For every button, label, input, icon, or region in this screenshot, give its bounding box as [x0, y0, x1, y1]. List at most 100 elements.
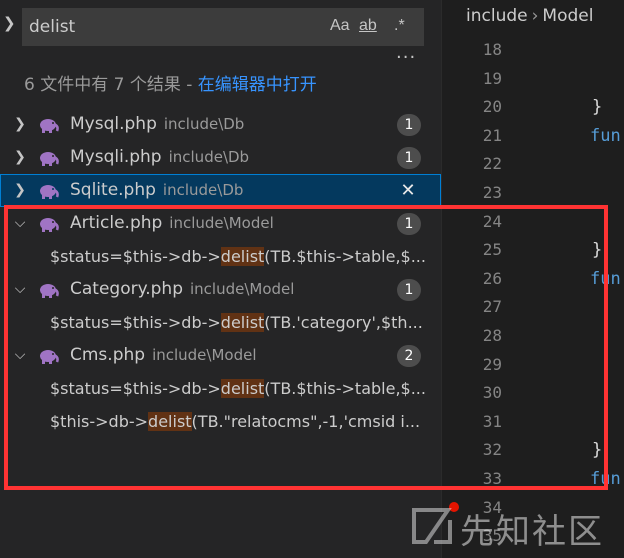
file-name: Article.php include\Model — [70, 207, 274, 240]
code-line[interactable] — [504, 36, 624, 65]
results-summary: 6 文件中有 7 个结果 - 在编辑器中打开 — [24, 70, 317, 95]
match-line[interactable]: $this->db->delist(TB."relatocms",-1,'cms… — [0, 405, 441, 438]
match-count-badge: 1 — [397, 213, 421, 235]
watermark-logo-icon — [412, 508, 452, 544]
keyword-fragment: fun — [590, 468, 621, 489]
code-line[interactable] — [504, 351, 624, 380]
code-line[interactable] — [504, 208, 624, 237]
code-line[interactable] — [504, 179, 624, 208]
search-box: Aa ab .* — [22, 8, 424, 46]
open-in-editor-link[interactable]: 在编辑器中打开 — [198, 75, 317, 95]
match-line[interactable]: $status=$this->db->delist(TB.$this->tabl… — [0, 372, 441, 405]
result-file-row[interactable]: ⌵ Cms.php include\Model 2 — [0, 339, 441, 372]
code-line[interactable]: fun — [504, 465, 624, 494]
toggle-replace-chevron-icon[interactable]: ❯ — [3, 14, 16, 32]
code-line[interactable]: fun — [504, 122, 624, 151]
file-name: Mysql.php include\Db — [70, 108, 244, 141]
match-whole-word-toggle[interactable]: ab — [359, 17, 377, 37]
file-name-text: Cms.php — [70, 345, 146, 365]
breadcrumb-item[interactable]: include — [466, 6, 528, 26]
match-line[interactable]: $status=$this->db->delist(TB.'category',… — [0, 306, 441, 339]
file-path: include\Model — [169, 214, 274, 232]
match-after: (TB."relatocms",-1,'cmsid i... — [191, 412, 421, 431]
line-number: 32 — [482, 440, 502, 460]
code-line[interactable] — [504, 322, 624, 351]
line-number-gutter: 18 19 20 21 22 23 24 25 26 27 28 29 30 31 32 33 34 35 — [442, 36, 504, 551]
match-highlight: delist — [220, 313, 265, 332]
file-name-text: Mysqli.php — [70, 147, 162, 167]
file-name: Cms.php include\Model — [70, 339, 257, 372]
match-before: $this->db-> — [50, 412, 149, 431]
line-number: 27 — [482, 297, 502, 317]
file-path: include\Db — [162, 181, 244, 199]
code-line[interactable] — [504, 408, 624, 437]
file-name-text: Category.php — [70, 279, 183, 299]
result-file-row[interactable]: ❯ Mysqli.php include\Db 1 — [0, 141, 441, 174]
code-line[interactable]: } — [504, 93, 624, 122]
php-elephant-icon — [40, 119, 59, 133]
match-preview: $this->db->delist(TB."relatocms",-1,'cms… — [50, 405, 441, 438]
line-number: 26 — [482, 268, 502, 288]
match-preview: $status=$this->db->delist(TB.$this->tabl… — [50, 240, 441, 273]
php-elephant-icon — [40, 218, 59, 232]
match-before: $status=$this->db-> — [50, 313, 221, 332]
code-line[interactable]: } — [504, 236, 624, 265]
line-number: 23 — [482, 182, 502, 202]
chevron-down-icon[interactable]: ⌵ — [12, 207, 28, 240]
match-after: (TB.$this->table,$... — [264, 379, 426, 398]
result-file-row[interactable]: ⌵ Article.php include\Model 1 — [0, 207, 441, 240]
code-lines[interactable]: } fun} fun} fun — [504, 36, 624, 551]
dismiss-result-icon[interactable]: ✕ — [397, 174, 419, 207]
line-number: 31 — [482, 411, 502, 431]
file-path: include\Db — [168, 148, 250, 166]
file-name-text: Article.php — [70, 213, 163, 233]
code-editor[interactable]: include › Model 18 19 20 21 22 23 24 25 26 27 28 29 30… — [441, 0, 624, 558]
match-before: $status=$this->db-> — [50, 247, 221, 266]
line-number: 22 — [482, 154, 502, 174]
code-line[interactable] — [504, 150, 624, 179]
match-count-badge: 1 — [397, 114, 421, 136]
closing-brace: } — [592, 97, 603, 118]
result-file-row[interactable]: ⌵ Category.php include\Model 1 — [0, 273, 441, 306]
chevron-right-icon: › — [531, 6, 539, 26]
file-name-text: Sqlite.php — [70, 180, 156, 200]
code-line[interactable]: } — [504, 436, 624, 465]
watermark: 先知社区 — [404, 500, 618, 552]
code-line[interactable]: fun — [504, 265, 624, 294]
line-number: 20 — [482, 97, 502, 117]
chevron-down-icon[interactable]: ⌵ — [12, 339, 28, 372]
use-regex-toggle[interactable]: .* — [394, 17, 405, 37]
chevron-down-icon[interactable]: ⌵ — [12, 273, 28, 306]
result-file-row-selected[interactable]: ❯ Sqlite.php include\Db ✕ — [0, 174, 441, 207]
file-path: include\Db — [163, 115, 245, 133]
match-case-toggle[interactable]: Aa — [330, 17, 350, 37]
result-file-row[interactable]: ❯ Mysql.php include\Db 1 — [0, 108, 441, 141]
match-after: (TB.$this->table,$... — [264, 247, 426, 266]
chevron-right-icon[interactable]: ❯ — [12, 141, 28, 174]
breadcrumb-item[interactable]: Model — [542, 6, 593, 26]
file-name: Sqlite.php include\Db — [70, 174, 243, 207]
php-elephant-icon — [40, 284, 59, 298]
breadcrumb: include › Model — [466, 6, 593, 26]
search-input[interactable] — [29, 16, 319, 38]
more-options-icon[interactable]: ··· — [396, 47, 416, 68]
php-elephant-icon — [40, 152, 59, 166]
code-line[interactable] — [504, 293, 624, 322]
line-number: 25 — [482, 240, 502, 260]
line-number: 28 — [482, 325, 502, 345]
match-preview: $status=$this->db->delist(TB.$this->tabl… — [50, 372, 441, 405]
match-highlight: delist — [148, 412, 192, 431]
code-line[interactable] — [504, 65, 624, 94]
closing-brace: } — [592, 440, 603, 461]
keyword-fragment: fun — [590, 268, 621, 289]
watermark-text: 先知社区 — [460, 512, 604, 552]
php-elephant-icon — [40, 185, 59, 199]
summary-separator: - — [180, 75, 198, 95]
chevron-right-icon[interactable]: ❯ — [12, 174, 28, 207]
code-line[interactable] — [504, 379, 624, 408]
file-path: include\Model — [152, 346, 257, 364]
file-path: include\Model — [190, 280, 295, 298]
chevron-right-icon[interactable]: ❯ — [12, 108, 28, 141]
match-line[interactable]: $status=$this->db->delist(TB.$this->tabl… — [0, 240, 441, 273]
file-name: Mysqli.php include\Db — [70, 141, 249, 174]
